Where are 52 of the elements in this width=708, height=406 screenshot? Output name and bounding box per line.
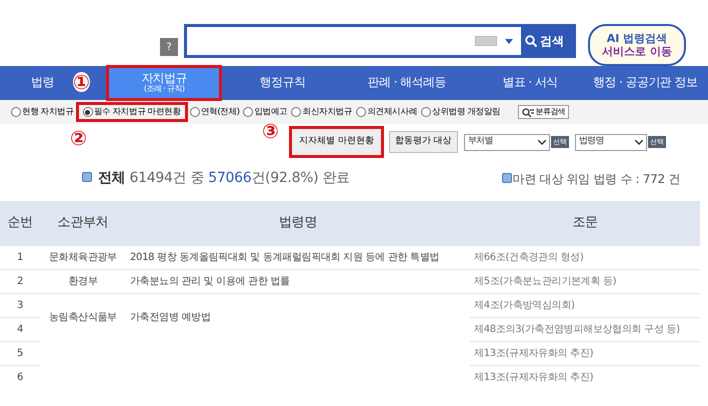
radio-option[interactable]: 최신자치법규 — [290, 104, 354, 120]
radio-option[interactable]: 연혁(전체) — [188, 104, 240, 120]
table-cell: 2 — [0, 269, 40, 293]
action-button[interactable]: 지자체별 마련현황 — [290, 127, 383, 157]
table-cell: 3 — [0, 293, 40, 317]
table-cell: 제5조(가축분뇨관리기본계획 등) — [470, 269, 700, 293]
action-button[interactable]: 합동평가 대상 — [388, 131, 458, 153]
radio-option[interactable]: 상위법령 개정알림 — [420, 104, 502, 120]
radio-option[interactable]: 의견제시사례 — [355, 104, 418, 120]
table-cell: 가축전염병 예방법 — [126, 293, 470, 341]
radio-option[interactable]: 입법예고 — [242, 104, 288, 120]
table-cell: 1 — [0, 245, 40, 269]
magnifier-icon — [522, 108, 534, 116]
caret-icon — [505, 38, 513, 44]
nav-tab[interactable]: 법령 — [20, 66, 66, 100]
dropdown[interactable]: 법령명 — [574, 134, 647, 150]
column-header: 조문 — [470, 201, 700, 245]
help-button[interactable]: ? — [160, 38, 178, 56]
table-cell: 제13조(규제자유화의 추진) — [470, 341, 700, 365]
search-field[interactable]: 검색 — [184, 24, 576, 58]
radio-option[interactable]: 필수 자치법규 마련현황 — [76, 102, 187, 122]
nav-tab[interactable]: 판례 · 해석례등 — [352, 66, 462, 100]
column-header: 법령명 — [126, 201, 470, 245]
annotation-number: ② — [70, 128, 87, 148]
mandate-count-text: 마련 대상 위임 법령 수 : 772 건 — [502, 170, 680, 188]
nav-tab[interactable]: 행정규칙 — [243, 66, 322, 100]
table-cell: 환경부 — [40, 269, 126, 293]
nav-tab[interactable]: 별표 · 서식 — [490, 66, 570, 100]
table-cell: 농림축산식품부 — [40, 293, 126, 341]
table-cell: 제13조(규제자유화의 추진) — [470, 365, 700, 389]
ai-search-button[interactable]: AI 법령검색 서비스로 이동 — [588, 24, 686, 66]
column-header: 순번 — [0, 201, 40, 245]
table-cell: 가축분뇨의 관리 및 이용에 관한 법률 — [126, 269, 470, 293]
search-icon — [525, 35, 537, 47]
table-cell: 4 — [0, 317, 40, 341]
table-cell: 제66조(건축경관의 형성) — [470, 245, 700, 269]
nav-tab[interactable]: 행정 · 공공기관 정보 — [582, 66, 708, 100]
annotation-number: ③ — [262, 121, 279, 141]
chevron-icon — [634, 140, 643, 144]
table-cell: 5 — [0, 341, 40, 365]
chevron-icon — [538, 140, 546, 144]
dropdown[interactable]: 부처별 — [464, 134, 550, 150]
table-cell: 제48조의3(가축전염병피해보상협의회 구성 등) — [470, 317, 700, 341]
column-header: 소관부처 — [40, 201, 126, 245]
summary-text: 전체 61494건 중 57066건(92.8%) 완료 — [82, 168, 350, 189]
table-cell: 문화체육관광부 — [40, 245, 126, 269]
table-cell: 6 — [0, 365, 40, 389]
radio-option[interactable]: 현행 자치법규 — [10, 104, 75, 120]
classify-search-button[interactable]: 분류검색 — [518, 105, 570, 119]
search-button[interactable]: 검색 — [521, 27, 573, 55]
table-cell: 2018 평창 동계올림픽대회 및 동계패럴림픽대회 지원 등에 관한 특별법 — [126, 245, 470, 269]
table-cell: 제4조(가축방역심의회) — [470, 293, 700, 317]
